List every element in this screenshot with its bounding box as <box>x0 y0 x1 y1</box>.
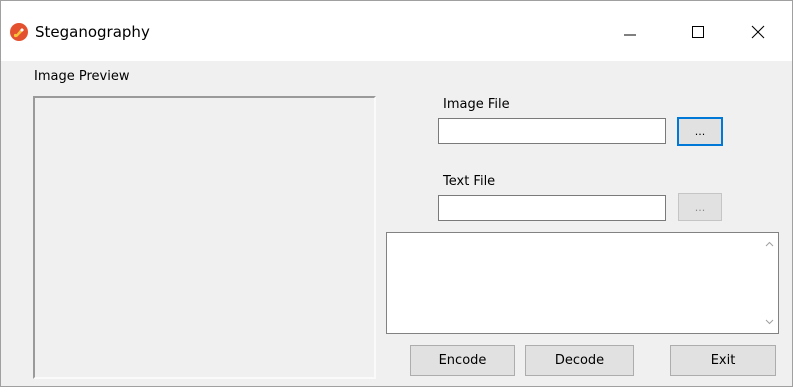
minimize-button[interactable] <box>607 9 653 55</box>
message-textarea[interactable] <box>386 232 779 334</box>
app-window: Steganography Image Preview Image File .… <box>0 0 793 387</box>
close-button[interactable] <box>735 9 781 55</box>
close-icon <box>751 25 765 39</box>
message-scrollbar[interactable] <box>761 233 778 333</box>
minimize-icon <box>624 34 636 36</box>
maximize-icon <box>692 26 704 38</box>
exit-button[interactable]: Exit <box>670 345 776 376</box>
image-file-label: Image File <box>443 97 510 112</box>
decode-button[interactable]: Decode <box>525 345 634 376</box>
image-preview-label: Image Preview <box>34 69 130 84</box>
paintbrush-icon <box>10 23 28 41</box>
scroll-down-icon[interactable] <box>764 316 775 327</box>
text-file-input[interactable] <box>438 195 666 221</box>
encode-button[interactable]: Encode <box>410 345 515 376</box>
window-title: Steganography <box>35 23 150 41</box>
image-preview-box <box>33 96 376 379</box>
title-bar[interactable]: Steganography <box>1 1 792 61</box>
maximize-button[interactable] <box>675 9 721 55</box>
scroll-up-icon[interactable] <box>764 239 775 250</box>
image-file-input[interactable] <box>438 118 666 144</box>
image-file-browse-button[interactable]: ... <box>677 117 723 146</box>
text-file-browse-button[interactable]: ... <box>678 193 722 221</box>
text-file-label: Text File <box>443 174 496 189</box>
